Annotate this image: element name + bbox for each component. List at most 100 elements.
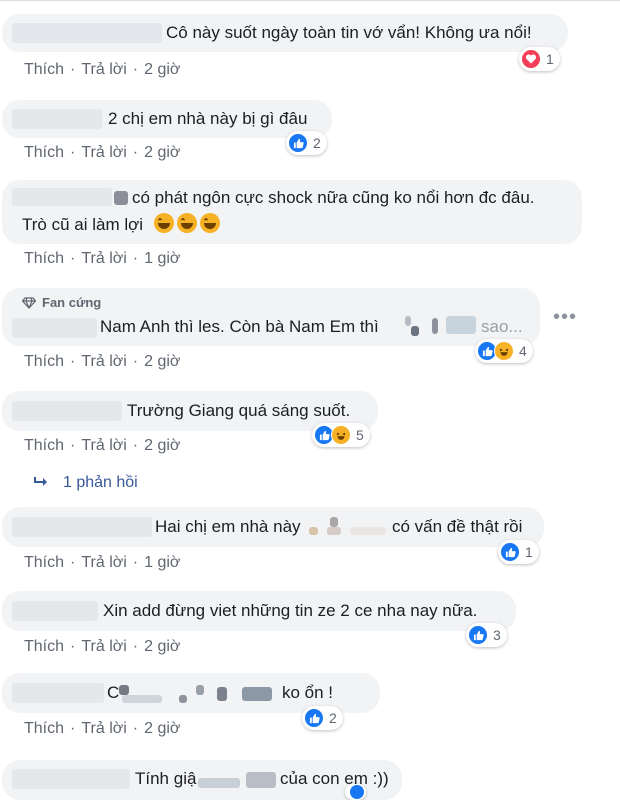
blurred-author-name (12, 683, 104, 703)
comment-text: Nam Anh thì les. Còn bà Nam Em thì (100, 317, 379, 336)
reply-arrow-icon (34, 477, 47, 486)
reaction-summary[interactable]: 3 (466, 623, 507, 647)
comment-bubble: Xin add đừng viet những tin ze 2 ce nha … (2, 591, 516, 631)
comment-text: Trò cũ ai làm lợi (22, 213, 223, 237)
comment-time[interactable]: 2 giờ (144, 437, 180, 454)
comment-actions: Thích · Trả lời · 2 giờ (24, 437, 181, 454)
comment-text: Tính giậ (135, 769, 197, 788)
blurred-text (327, 527, 341, 535)
blurred-text (242, 687, 272, 701)
comment-text-line2: Trò cũ ai làm lợi (22, 215, 144, 234)
top-divider (0, 0, 620, 1)
haha-icon (331, 425, 351, 445)
like-link[interactable]: Thích (24, 638, 64, 655)
reply-link[interactable]: Trả lời (81, 720, 126, 737)
reaction-count: 2 (329, 710, 337, 726)
reply-link[interactable]: Trả lời (81, 554, 126, 571)
reaction-count: 3 (493, 627, 501, 643)
comment-text: có vấn đề thật rồi (392, 517, 523, 536)
comment-bubble: 2 chị em nhà này bị gì đâu (2, 100, 332, 138)
reaction-count: 2 (313, 135, 321, 151)
comment-text: Hai chị em nhà này (155, 517, 301, 536)
reaction-summary[interactable]: 1 (519, 47, 560, 71)
like-link[interactable]: Thích (24, 61, 64, 78)
reaction-summary[interactable]: 2 (302, 706, 343, 730)
blurred-text (309, 527, 318, 535)
comment-time[interactable]: 1 giờ (144, 250, 180, 267)
grin-emoji (153, 213, 174, 233)
reply-link[interactable]: Trả lời (81, 144, 126, 161)
comment-time[interactable]: 2 giờ (144, 353, 180, 370)
comment-bubble: Tính giậ của con em :)) (2, 760, 402, 800)
blurred-author-name (12, 188, 112, 206)
like-link[interactable]: Thích (24, 720, 64, 737)
blurred-text (179, 695, 187, 703)
reply-link[interactable]: Trả lời (81, 250, 126, 267)
reaction-summary[interactable]: 5 (312, 423, 370, 447)
comment-time[interactable]: 2 giờ (144, 638, 180, 655)
blurred-author-name (12, 769, 130, 789)
view-replies-link[interactable]: 1 phản hồi (33, 474, 138, 492)
blurred-text (196, 685, 204, 695)
like-icon (304, 708, 324, 728)
blurred-author-name (12, 401, 122, 421)
haha-icon (494, 341, 514, 361)
blurred-author-name (12, 318, 97, 338)
comment-actions: Thích · Trả lời · 1 giờ (24, 250, 181, 267)
comment-text: C (107, 683, 120, 702)
comment-text: Xin add đừng viet những tin ze 2 ce nha … (103, 601, 478, 620)
blurred-text (246, 772, 276, 788)
replies-count: 1 phản hồi (63, 474, 138, 491)
blurred-text (122, 695, 162, 703)
blurred-text (330, 517, 338, 527)
reaction-summary[interactable]: 4 (475, 339, 533, 363)
reply-link[interactable]: Trả lời (81, 638, 126, 655)
like-icon (349, 784, 365, 800)
comment-text: ko ổn ! (282, 683, 334, 702)
comment-time[interactable]: 2 giờ (144, 61, 180, 78)
blurred-text (217, 687, 227, 701)
like-icon (288, 133, 308, 153)
comment-actions: Thích · Trả lời · 2 giờ (24, 720, 181, 737)
blurred-text (114, 191, 128, 205)
like-icon (500, 542, 520, 562)
blurred-text (446, 316, 476, 334)
comment-time[interactable]: 2 giờ (144, 144, 180, 161)
like-link[interactable]: Thích (24, 554, 64, 571)
comment-text: Trường Giang quá sáng suốt. (127, 401, 351, 420)
blurred-author-name (12, 601, 98, 621)
like-link[interactable]: Thích (24, 144, 64, 161)
comment-text: có phát ngôn cực shock nữa cũng ko nổi h… (132, 188, 535, 207)
top-fan-badge[interactable]: Fan cứng (22, 295, 101, 310)
comment-bubble: Cô này suốt ngày toàn tin vớ vẩn! Không … (2, 14, 568, 52)
reaction-summary[interactable] (345, 784, 366, 800)
comment-time[interactable]: 2 giờ (144, 720, 180, 737)
comment-text: của con em :)) (280, 769, 389, 788)
comment-text: 2 chị em nhà này bị gì đâu (108, 109, 308, 128)
heart-icon (521, 49, 541, 69)
reaction-count: 1 (525, 544, 533, 560)
reply-link[interactable]: Trả lời (81, 61, 126, 78)
grin-sweat-emoji (199, 213, 220, 233)
blurred-author-name (12, 517, 152, 537)
blurred-author-name (12, 109, 102, 129)
reply-link[interactable]: Trả lời (81, 437, 126, 454)
grin-emoji (176, 213, 197, 233)
like-icon (468, 625, 488, 645)
reaction-count: 5 (356, 427, 364, 443)
blurred-text (405, 316, 411, 326)
diamond-icon (22, 296, 36, 309)
blurred-text (119, 685, 129, 695)
like-link[interactable]: Thích (24, 250, 64, 267)
badge-label: Fan cứng (42, 295, 102, 310)
reaction-summary[interactable]: 2 (286, 131, 327, 155)
like-link[interactable]: Thích (24, 437, 64, 454)
reaction-summary[interactable]: 1 (498, 540, 539, 564)
comment-actions: Thích · Trả lời · 2 giờ (24, 638, 181, 655)
like-link[interactable]: Thích (24, 353, 64, 370)
blurred-text (411, 326, 419, 336)
more-options-button[interactable]: ••• (553, 307, 577, 327)
comment-time[interactable]: 1 giờ (144, 554, 180, 571)
reaction-count: 1 (546, 51, 554, 67)
reply-link[interactable]: Trả lời (81, 353, 126, 370)
